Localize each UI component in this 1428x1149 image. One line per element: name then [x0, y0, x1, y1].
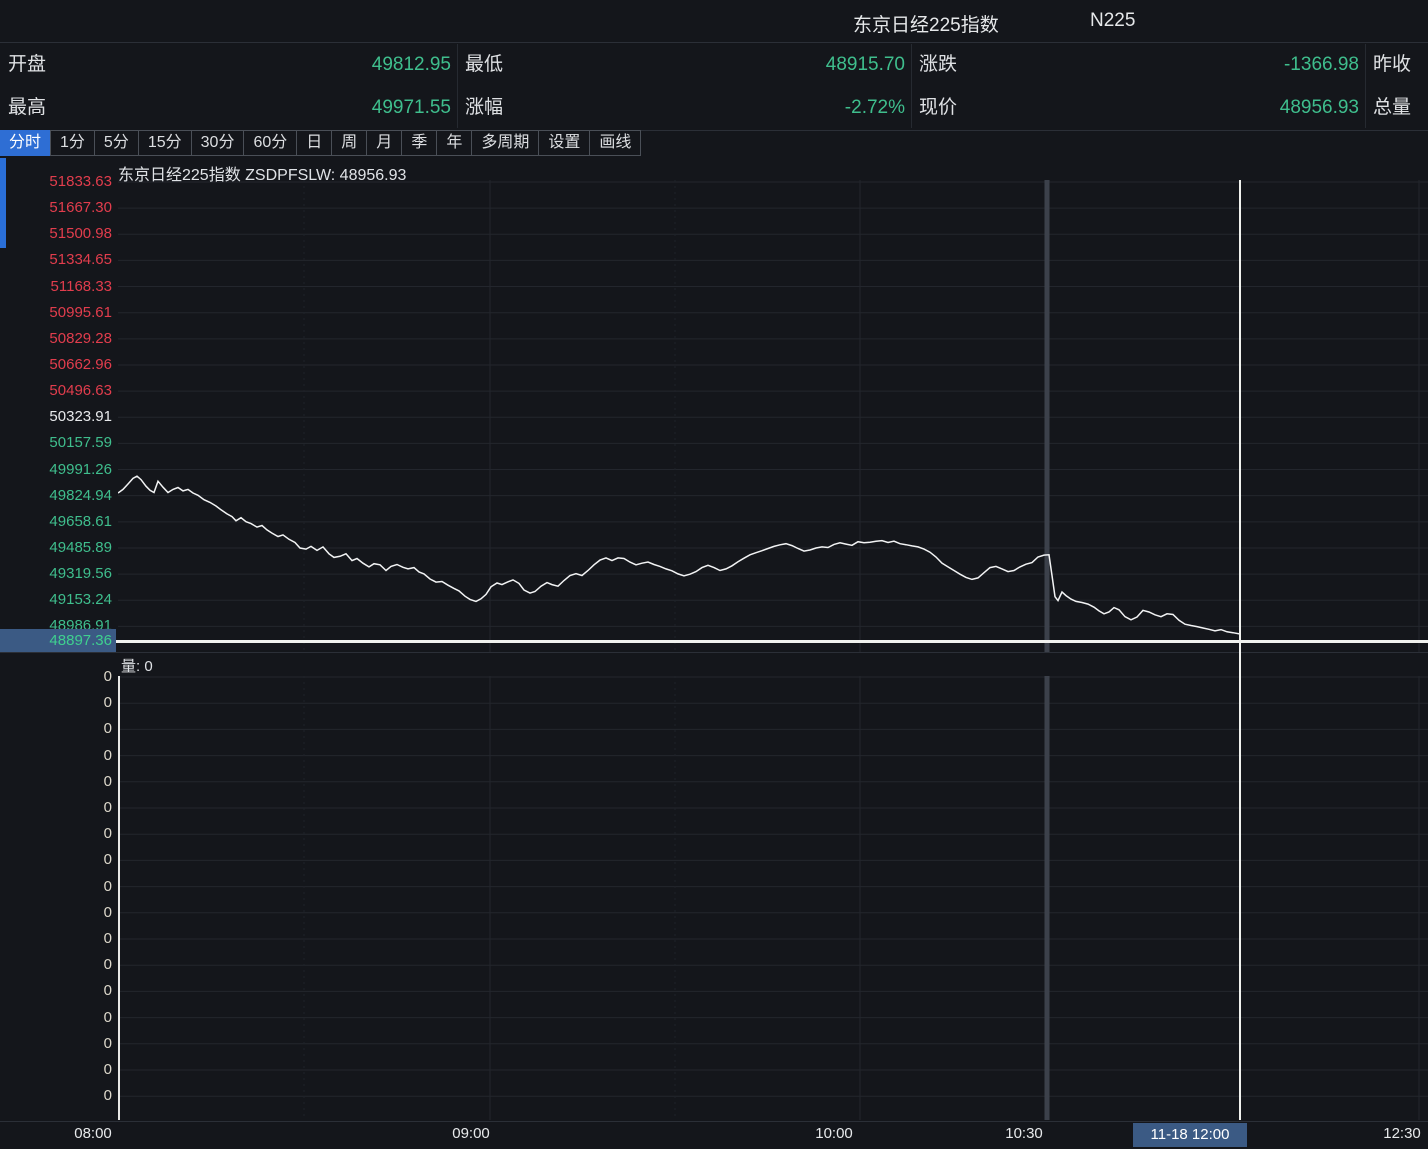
price-level-label: 50995.61 [0, 304, 112, 322]
volume-readout: 量: 0 [121, 655, 153, 676]
tab-月[interactable]: 月 [366, 130, 402, 156]
volume-level-label: 0 [0, 930, 112, 948]
column-divider [457, 44, 458, 128]
volume-level-label: 0 [0, 878, 112, 896]
volume-left-axis-line [118, 676, 120, 1120]
crosshair-horizontal-line [116, 640, 1428, 643]
volume-level-label: 0 [0, 720, 112, 738]
column-divider [911, 44, 912, 128]
volume-level-label: 0 [0, 1061, 112, 1079]
crosshair-time-badge: 11-18 12:00 [1133, 1123, 1247, 1147]
quote-value: 48915.70 [826, 43, 905, 86]
quote-label: 昨收 [1373, 43, 1411, 86]
quote-cell-现价: 现价 48956.93 [911, 86, 1365, 129]
price-level-label: 49824.94 [0, 487, 112, 505]
price-line [118, 476, 1240, 634]
volume-level-label: 0 [0, 904, 112, 922]
quote-label: 涨跌 [919, 43, 957, 86]
crosshair-vertical-line [1239, 180, 1241, 1120]
tab-5分[interactable]: 5分 [94, 130, 139, 156]
tab-年[interactable]: 年 [436, 130, 472, 156]
chart-title-readout: 东京日经225指数 ZSDPFSLW: 48956.93 [118, 161, 406, 185]
quote-label: 开盘 [8, 43, 46, 86]
quote-value: 49971.55 [372, 86, 451, 129]
window-header: 东京日经225指数 N225 [0, 0, 1428, 43]
quote-cell-涨幅: 涨幅 -2.72% [457, 86, 911, 129]
tab-30分[interactable]: 30分 [191, 130, 245, 156]
tab-日[interactable]: 日 [296, 130, 332, 156]
tab-15分[interactable]: 15分 [138, 130, 192, 156]
price-level-label: 49319.56 [0, 565, 112, 583]
time-axis: 11-18 12:00 08:00 09:00 10:00 10:30 12:30 [0, 1121, 1428, 1149]
crosshair-price-badge: 48897.36 [0, 629, 116, 652]
volume-level-label: 0 [0, 1087, 112, 1105]
volume-level-label: 0 [0, 1009, 112, 1027]
quote-label: 涨幅 [465, 86, 503, 129]
quote-cell-昨收: 昨收 [1365, 43, 1428, 86]
tab-季[interactable]: 季 [401, 130, 437, 156]
time-tick-12:30: 12:30 [1383, 1125, 1421, 1142]
column-divider [1365, 44, 1366, 128]
quote-label: 总量 [1373, 86, 1411, 129]
time-tick-10:30: 10:30 [1005, 1125, 1043, 1142]
price-level-label: 49485.89 [0, 539, 112, 557]
quote-info-panel: 开盘 49812.95 最低 48915.70 涨跌 -1366.98 昨收最高 49971.… [0, 42, 1428, 131]
volume-level-label: 0 [0, 956, 112, 974]
tab-60分[interactable]: 60分 [243, 130, 297, 156]
volume-level-label: 0 [0, 747, 112, 765]
volume-level-label: 0 [0, 694, 112, 712]
quote-cell-最高: 最高 49971.55 [0, 86, 457, 129]
volume-level-label: 0 [0, 825, 112, 843]
volume-level-label: 0 [0, 799, 112, 817]
price-level-label: 50323.91 [0, 408, 112, 426]
quote-label: 最低 [465, 43, 503, 86]
price-level-label: 51334.65 [0, 251, 112, 269]
pane-divider [0, 652, 1428, 653]
quote-cell-开盘: 开盘 49812.95 [0, 43, 457, 86]
quote-value: 49812.95 [372, 43, 451, 86]
quote-label: 现价 [919, 86, 957, 129]
tab-1分[interactable]: 1分 [50, 130, 95, 156]
quote-cell-最低: 最低 48915.70 [457, 43, 911, 86]
price-level-label: 49658.61 [0, 513, 112, 531]
quote-value: -2.72% [845, 86, 905, 129]
tab-画线[interactable]: 画线 [589, 130, 641, 156]
instrument-title: 东京日经225指数 [853, 10, 999, 37]
price-level-label: 50662.96 [0, 356, 112, 374]
price-level-label: 51500.98 [0, 225, 112, 243]
price-level-label: 50496.63 [0, 382, 112, 400]
price-level-label: 50157.59 [0, 434, 112, 452]
volume-level-label: 0 [0, 668, 112, 686]
quote-cell-涨跌: 涨跌 -1366.98 [911, 43, 1365, 86]
period-tab-bar: 分时1分5分15分30分60分日周月季年多周期设置画线 [0, 130, 641, 158]
instrument-symbol: N225 [1090, 10, 1135, 32]
price-level-label: 49991.26 [0, 461, 112, 479]
volume-level-label: 0 [0, 773, 112, 791]
quote-value: -1366.98 [1284, 43, 1359, 86]
quote-label: 最高 [8, 86, 46, 129]
time-tick-09:00: 09:00 [452, 1125, 490, 1142]
tab-周[interactable]: 周 [331, 130, 367, 156]
time-tick-10:00: 10:00 [815, 1125, 853, 1142]
tab-分时[interactable]: 分时 [0, 130, 51, 156]
chart-area[interactable]: 51833.63 51667.30 51500.98 51334.65 51168.33… [0, 158, 1428, 1149]
volume-level-label: 0 [0, 1035, 112, 1053]
price-level-label: 51833.63 [0, 173, 112, 191]
quote-cell-总量: 总量 [1365, 86, 1428, 129]
price-level-label: 49153.24 [0, 591, 112, 609]
price-level-label: 50829.28 [0, 330, 112, 348]
time-tick-08:00: 08:00 [74, 1125, 112, 1142]
quote-value: 48956.93 [1280, 86, 1359, 129]
trading-app-screen: 东京日经225指数 N225 开盘 49812.95 最低 48915.70 涨跌 -13… [0, 0, 1428, 1149]
volume-level-label: 0 [0, 851, 112, 869]
tab-设置[interactable]: 设置 [538, 130, 590, 156]
price-level-label: 51667.30 [0, 199, 112, 217]
tab-多周期[interactable]: 多周期 [471, 130, 539, 156]
volume-plot[interactable] [118, 676, 1428, 1120]
price-level-label: 51168.33 [0, 278, 112, 296]
volume-level-label: 0 [0, 982, 112, 1000]
price-plot[interactable] [118, 180, 1428, 652]
